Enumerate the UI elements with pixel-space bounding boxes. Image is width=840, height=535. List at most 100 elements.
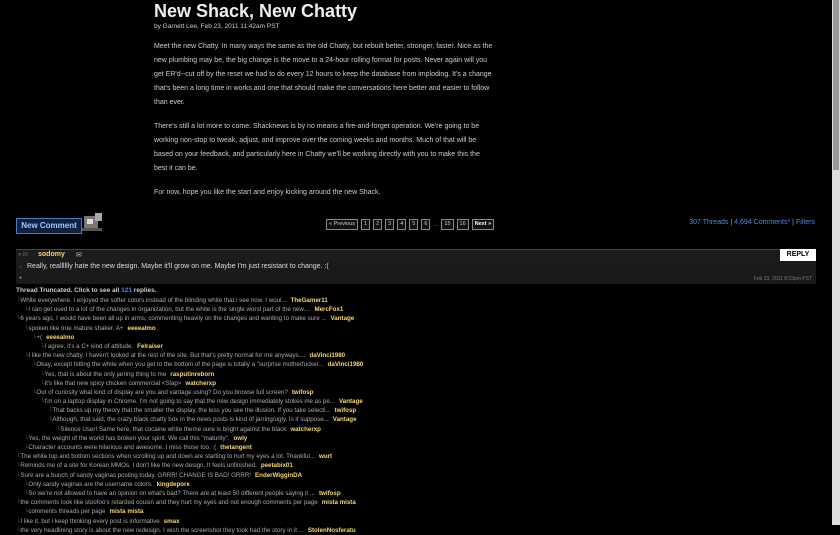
reply-author[interactable]: watcherxp [185, 380, 216, 387]
reply-author[interactable]: daVinci1980 [328, 361, 364, 368]
reply-row[interactable]: └6 years ago, I would have been all up i… [16, 314, 816, 323]
reply-preview[interactable]: Silence User! Same here, that cocaine wh… [60, 426, 286, 433]
page-link[interactable]: 3 [385, 219, 395, 230]
reply-author[interactable]: twifosp [319, 490, 341, 497]
reply-row[interactable]: └That backs up my theory that the smalle… [16, 406, 816, 415]
reply-author[interactable]: EnderWigginDA [255, 472, 302, 479]
reply-author[interactable]: mista mista [322, 499, 356, 506]
root-author[interactable]: sodomy [38, 251, 65, 258]
page-link[interactable]: 16 [456, 219, 469, 230]
next-page-button[interactable]: Next » [471, 219, 495, 230]
previous-page-button[interactable]: « Previous [326, 219, 358, 230]
reply-preview[interactable]: I can get used to a lot of the changes i… [28, 306, 310, 313]
mail-icon[interactable]: ✉ [76, 251, 82, 259]
reply-preview[interactable]: Character accounts were hilarious and aw… [28, 444, 216, 451]
reply-preview[interactable]: I agree, it's a C+ kind of attitude. [44, 343, 133, 350]
reply-row[interactable]: └Okay, except hitting the white when you… [16, 360, 816, 369]
filters-link[interactable]: Filters [796, 219, 815, 226]
threads-count-link[interactable]: 307 Threads [689, 219, 728, 226]
reply-preview[interactable]: the very headlining story is about the n… [20, 527, 303, 534]
reply-row[interactable]: └Character accounts were hilarious and a… [16, 443, 816, 452]
thread-truncated-notice[interactable]: Thread Truncated. Click to see all 121 r… [16, 287, 157, 294]
reply-row[interactable]: └the comments look like stoofoo's retard… [16, 498, 816, 507]
reply-author[interactable]: wurt [319, 453, 332, 460]
arrow-glyph: « [18, 252, 22, 258]
new-comment-button[interactable]: New Comment [16, 218, 82, 234]
reply-preview[interactable]: Okay, except hitting the white when you … [36, 361, 323, 368]
reply-row[interactable]: └The white top and bottom sections when … [16, 452, 816, 461]
reply-author[interactable]: rasputinreborn [170, 371, 214, 378]
reply-author[interactable]: eeeealmo [46, 334, 74, 341]
reply-author[interactable]: MercFox1 [314, 306, 343, 313]
reply-author[interactable]: Vantage [339, 398, 363, 405]
page-link[interactable]: 1 [361, 219, 371, 230]
reply-preview[interactable]: +( [36, 334, 42, 341]
page-link[interactable]: 15 [441, 219, 454, 230]
reply-row[interactable]: └Silence User! Same here, that cocaine w… [16, 425, 816, 434]
reply-preview[interactable]: comments threads per page [28, 508, 105, 515]
reply-row[interactable]: └+(eeeealmo [16, 333, 816, 342]
reply-author[interactable]: watcherxp [290, 426, 321, 433]
reply-row[interactable]: └White everywhere. I enjoyed the softer … [16, 296, 816, 305]
reply-row[interactable]: └Only sandy vaginas are the username col… [16, 480, 816, 489]
reply-author[interactable]: daVinci1980 [309, 352, 345, 359]
reply-author[interactable]: owly [234, 435, 248, 442]
reply-preview[interactable]: Although, that said, the crazy black cha… [52, 416, 328, 423]
reply-author[interactable]: Vantage [333, 416, 357, 423]
reply-author[interactable]: eeeealmo [128, 325, 156, 332]
reply-preview[interactable]: I like it, but i keep thinking every pos… [20, 518, 159, 525]
reply-row[interactable]: └It's like that new spicy chicken commer… [16, 379, 816, 388]
reply-author[interactable]: mista mista [109, 508, 143, 515]
reply-row[interactable]: └Sure are a bunch of sandy vaginas posti… [16, 471, 816, 480]
reply-row[interactable]: └I like the new chatty. I haven't looked… [16, 351, 816, 360]
reply-author[interactable]: TheGamer11 [291, 297, 328, 304]
reply-row[interactable]: └Yes, that is about the only jarring thi… [16, 370, 816, 379]
reply-preview[interactable]: Out of curiosity what kind of display ar… [36, 389, 287, 396]
reply-preview[interactable]: the comments look like stoofoo's retarde… [20, 499, 317, 506]
reply-row[interactable]: └comments threads per page mista mista [16, 507, 816, 516]
reply-preview[interactable]: Reminds me of a site for Korean MMOs. I … [20, 462, 256, 469]
reply-preview[interactable]: Yes, the weight of the world has broken … [28, 435, 229, 442]
page-link[interactable]: 4 [397, 219, 407, 230]
reply-author[interactable]: kingdeporк [157, 481, 190, 488]
reply-preview[interactable]: spoken like true mature shaker. A+ [28, 325, 123, 332]
reply-row[interactable]: └the very headlining story is about the … [16, 526, 816, 535]
reply-preview[interactable]: I like the new chatty. I haven't looked … [28, 352, 305, 359]
reply-row[interactable]: └Yes, the weight of the world has broken… [16, 434, 816, 443]
reply-author[interactable]: thetangent [220, 444, 252, 451]
reply-preview[interactable]: It's like that new spicy chicken commerc… [44, 380, 181, 387]
reply-preview[interactable]: Only sandy vaginas are the username colo… [28, 481, 152, 488]
reply-preview[interactable]: 6 years ago, I would have been all up in… [20, 315, 326, 322]
reply-preview[interactable]: I'm on a laptop display in Chrome. I'm n… [44, 398, 335, 405]
reply-row[interactable]: └Although, that said, the crazy black ch… [16, 415, 816, 424]
reply-row[interactable]: └I'm on a laptop display in Chrome. I'm … [16, 397, 816, 406]
page-link[interactable]: 6 [421, 219, 431, 230]
reply-preview[interactable]: Sure are a bunch of sandy vaginas postin… [20, 472, 251, 479]
reply-author[interactable]: twifosp [335, 407, 357, 414]
reply-row[interactable]: └I like it, but i keep thinking every po… [16, 517, 816, 526]
reply-author[interactable]: StolenNosferatu [308, 527, 356, 534]
page-link[interactable]: 5 [409, 219, 419, 230]
page-link[interactable]: 2 [373, 219, 383, 230]
reply-author[interactable]: Vantage [331, 315, 355, 322]
scrollbar-thumb[interactable] [833, 0, 839, 170]
collapse-arrow-icon[interactable]: « in [18, 252, 28, 258]
reply-row[interactable]: └I agree, it's a C+ kind of attitude. Fel… [16, 342, 816, 351]
reply-author[interactable]: Felraiser [137, 343, 163, 350]
page-scrollbar[interactable] [832, 0, 840, 525]
reply-row[interactable]: └I can get used to a lot of the changes … [16, 305, 816, 314]
reply-preview[interactable]: That backs up my theory that the smaller… [52, 407, 330, 414]
reply-preview[interactable]: Yes, that is about the only jarring thin… [44, 371, 166, 378]
reply-row[interactable]: └Out of curiosity what kind of display a… [16, 388, 816, 397]
reply-author[interactable]: peetabix01 [261, 462, 293, 469]
reply-button[interactable]: REPLY [780, 249, 816, 261]
reply-row[interactable]: └So we're not allowed to have an opinion… [16, 489, 816, 498]
reply-row[interactable]: └Reminds me of a site for Korean MMOs. I… [16, 461, 816, 470]
reply-preview[interactable]: White everywhere. I enjoyed the softer c… [20, 297, 286, 304]
reply-row[interactable]: └spoken like true mature shaker. A+ eeeea… [16, 324, 816, 333]
comments-count-link[interactable]: 4,694 Comments* [734, 219, 790, 226]
reply-author[interactable]: smax [164, 518, 180, 525]
reply-author[interactable]: twifosp [292, 389, 314, 396]
reply-preview[interactable]: The white top and bottom sections when s… [20, 453, 315, 460]
reply-preview[interactable]: So we're not allowed to have an opinion … [28, 490, 315, 497]
